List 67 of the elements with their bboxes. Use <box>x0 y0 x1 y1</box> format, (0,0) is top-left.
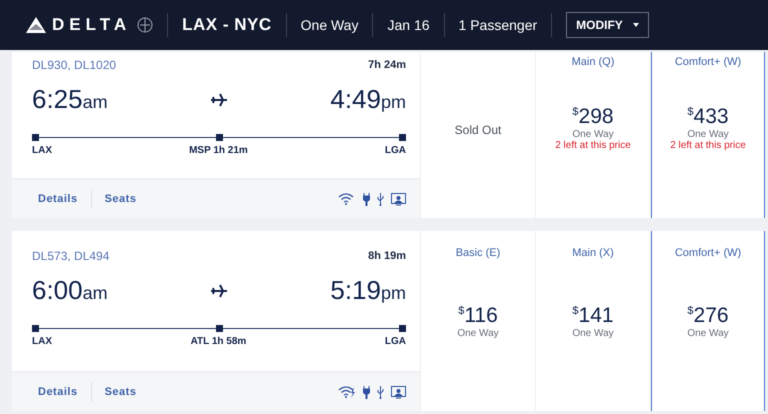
fare-class-label: Main (X) <box>572 247 614 259</box>
departure-time: 6:00am <box>32 275 108 306</box>
fare-price: $433 <box>687 105 729 129</box>
fare-class-label: Basic (E) <box>456 247 500 259</box>
fare-class-label: Comfort+ (W) <box>674 247 742 259</box>
arrival-time: 4:49pm <box>330 84 406 115</box>
seatback-screen-icon <box>391 386 406 398</box>
usb-icon <box>377 386 384 398</box>
fare-price: $276 <box>687 304 729 328</box>
globe-emblem-icon <box>137 17 154 33</box>
fare-option[interactable]: Comfort+ (W) $276 One Way <box>651 231 765 411</box>
fare-option[interactable]: Basic (E) $116 One Way <box>421 231 535 411</box>
seatback-screen-icon <box>391 192 406 206</box>
destination-airport: LGA <box>384 336 406 347</box>
seats-link[interactable]: Seats <box>92 193 150 205</box>
fast-wifi-icon <box>338 386 356 398</box>
travel-date: Jan 16 <box>387 17 430 33</box>
destination-airport: LGA <box>384 145 406 156</box>
airplane-icon <box>211 284 227 298</box>
fare-price: $116 <box>458 304 498 328</box>
power-plug-icon <box>363 386 370 398</box>
seats-remaining-notice: 2 left at this price <box>555 140 631 151</box>
details-link[interactable]: Details <box>25 193 91 205</box>
fare-price: $298 <box>572 105 614 129</box>
stop-marker <box>216 134 222 140</box>
fare-price: $141 <box>572 304 614 328</box>
flight-numbers: DL930, DL1020 <box>32 58 116 72</box>
arrival-time: 5:19pm <box>330 275 406 306</box>
layover-stop: MSP 1h 21m <box>189 145 248 156</box>
destination-marker <box>399 134 406 140</box>
seats-remaining-notice: 2 left at this price <box>670 140 746 151</box>
delta-logo-icon <box>26 17 46 33</box>
wifi-icon <box>338 193 356 205</box>
fare-option[interactable]: Main (X) $141 One Way <box>536 231 650 411</box>
modify-button[interactable]: MODIFY <box>566 12 649 38</box>
details-link[interactable]: Details <box>25 386 91 398</box>
trip-type-note: One Way <box>687 129 729 140</box>
origin-marker <box>32 324 39 332</box>
route-title: LAX - NYC <box>182 15 272 35</box>
origin-marker <box>32 134 39 140</box>
origin-airport: LAX <box>32 336 52 347</box>
passenger-count: 1 Passenger <box>458 17 538 33</box>
origin-airport: LAX <box>32 145 52 156</box>
caret-icon <box>632 23 639 27</box>
fare-option[interactable]: Main (Q) $298 One Way 2 left at this price <box>536 52 650 218</box>
usb-icon <box>377 192 384 206</box>
trip-type-note: One Way <box>572 129 614 140</box>
trip-type-note: One Way <box>572 328 614 338</box>
layover-stop: ATL 1h 58m <box>190 336 246 347</box>
stop-marker <box>216 324 222 332</box>
flight-duration: 7h 24m <box>368 59 406 71</box>
brand-name: DELTA <box>52 15 132 35</box>
destination-marker <box>399 324 406 332</box>
seats-link[interactable]: Seats <box>92 386 150 398</box>
fare-option[interactable]: Comfort+ (W) $433 One Way 2 left at this price <box>651 52 765 218</box>
flight-numbers: DL573, DL494 <box>32 249 110 263</box>
airplane-icon <box>211 92 227 106</box>
departure-time: 6:25am <box>32 84 108 115</box>
trip-type-note: One Way <box>687 328 729 338</box>
fare-class-label: Main (Q) <box>572 56 614 68</box>
trip-type: One Way <box>300 17 358 33</box>
fare-class-label: Comfort+ (W) <box>674 56 742 68</box>
power-plug-icon <box>363 192 370 206</box>
fare-option[interactable]: Sold Out <box>421 52 535 218</box>
trip-type-note: One Way <box>457 328 499 338</box>
sold-out-label: Sold Out <box>454 123 502 137</box>
flight-duration: 8h 19m <box>368 250 406 262</box>
